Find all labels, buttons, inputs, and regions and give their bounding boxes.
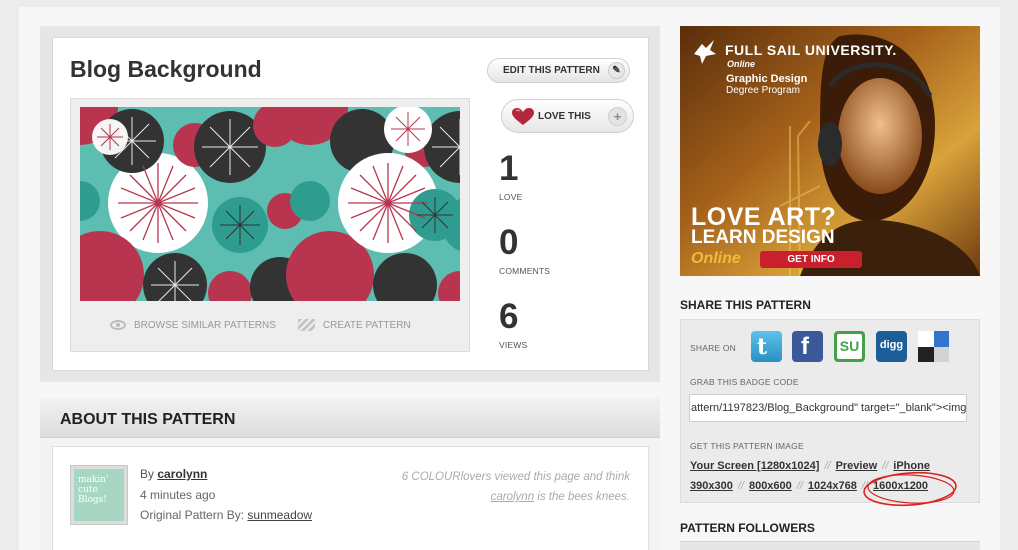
ad-online-small: Online [727, 59, 756, 69]
pattern-actions: BROWSE SIMILAR PATTERNS CREATE PATTERN [110, 319, 411, 331]
size-800x600-link[interactable]: 800x600 [749, 480, 792, 492]
ad-school: FULL SAIL UNIVERSITY. [725, 42, 897, 58]
pencil-icon: ✎ [608, 62, 625, 79]
avatar[interactable]: makin' cute Blogs! [70, 465, 128, 525]
edit-pattern-button[interactable]: EDIT THIS PATTERN ✎ [487, 58, 630, 83]
red-circle-annotation [863, 471, 957, 507]
author-line: By carolynn [140, 467, 207, 481]
views-count-label: VIEWS [499, 340, 528, 350]
create-pattern-label: CREATE PATTERN [322, 319, 411, 331]
share-on-label: SHARE ON [690, 343, 736, 353]
ad-program-2: Degree Program [726, 85, 800, 96]
advertisement-banner[interactable]: FULL SAIL UNIVERSITY. Online Graphic Des… [680, 26, 980, 276]
separator: // [737, 480, 744, 492]
badge-code-label: GRAB THIS BADGE CODE [690, 377, 799, 387]
ad-headline-2: LEARN DESIGN [691, 227, 835, 248]
browse-similar-link[interactable]: BROWSE SIMILAR PATTERNS [110, 320, 276, 331]
page-title: Blog Background [70, 56, 262, 82]
posted-time: 4 minutes ago [140, 488, 216, 502]
edit-pattern-label: EDIT THIS PATTERN [503, 65, 600, 76]
share-title: SHARE THIS PATTERN [680, 298, 811, 312]
original-author-link[interactable]: sunmeadow [247, 508, 312, 522]
avatar-text: makin' cute Blogs! [74, 469, 124, 521]
twitter-icon[interactable]: t [751, 331, 782, 362]
badge-code-field[interactable]: attern/1197823/Blog_Background" target="… [689, 394, 967, 422]
comments-count-value: 0 [499, 223, 519, 262]
pattern-artwork [80, 107, 460, 301]
viewed-note-user-link[interactable]: carolynn [491, 491, 534, 503]
love-count: 1 LOVE [499, 151, 522, 202]
delicious-icon[interactable] [918, 331, 949, 362]
views-count-value: 6 [499, 297, 519, 336]
viewed-note-text-2: is the bees knees. [537, 491, 630, 503]
size-1024x768-link[interactable]: 1024x768 [808, 480, 857, 492]
love-count-value: 1 [499, 149, 519, 188]
create-pattern-link[interactable]: CREATE PATTERN [297, 319, 411, 331]
original-pattern-line: Original Pattern By: sunmeadow [140, 508, 312, 522]
viewed-note-text-1: 6 COLOURlovers viewed this page and thin… [401, 471, 630, 483]
stripes-icon [297, 319, 315, 331]
followers-box [680, 541, 980, 550]
comments-count: 0 COMMENTS [499, 225, 550, 276]
viewed-note: 6 COLOURlovers viewed this page and thin… [370, 467, 630, 507]
facebook-icon[interactable]: f [792, 331, 823, 362]
digg-icon[interactable]: digg [876, 331, 907, 362]
plus-icon: + [608, 107, 627, 126]
size-390x300-link[interactable]: 390x300 [690, 480, 733, 492]
by-prefix: By [140, 467, 155, 481]
ad-get-info-button[interactable]: GET INFO [760, 251, 862, 268]
ad-headline-3: Online [691, 250, 741, 267]
love-this-button[interactable]: LOVE THIS + [501, 99, 634, 133]
separator: // [824, 460, 831, 472]
pattern-preview-image[interactable] [80, 107, 460, 301]
separator: // [796, 480, 803, 492]
eye-icon [110, 320, 126, 330]
views-count: 6 VIEWS [499, 299, 527, 350]
ad-program-1: Graphic Design [726, 73, 808, 85]
browse-similar-label: BROWSE SIMILAR PATTERNS [134, 319, 276, 331]
comments-count-label: COMMENTS [499, 266, 551, 276]
original-prefix: Original Pattern By: [140, 508, 245, 522]
love-this-label: LOVE THIS [538, 110, 591, 122]
your-screen-link[interactable]: Your Screen [1280x1024] [690, 460, 819, 472]
heart-icon [512, 108, 534, 125]
pattern-image-label: GET THIS PATTERN IMAGE [690, 441, 804, 451]
stumbleupon-icon[interactable]: SU [834, 331, 865, 362]
about-header: ABOUT THIS PATTERN [40, 398, 660, 438]
followers-title: PATTERN FOLLOWERS [680, 521, 815, 535]
love-count-label: LOVE [499, 192, 523, 202]
author-link[interactable]: carolynn [157, 467, 207, 481]
